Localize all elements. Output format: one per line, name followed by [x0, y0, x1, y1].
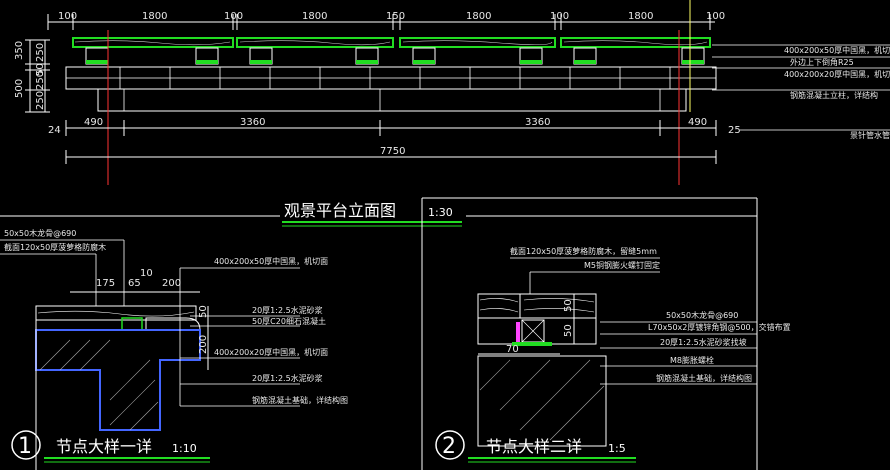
- bottom-dim-1: 24: [48, 125, 61, 136]
- detail1-note-4: 20厚1:2.5水泥砂浆: [252, 305, 323, 315]
- detail2-number: 2: [442, 434, 456, 459]
- elevation-title: 观景平台立面图: [284, 201, 396, 220]
- detail1-note-1: 50x50木龙骨@690: [4, 228, 76, 238]
- top-dim-8: 1800: [628, 11, 653, 22]
- detail2-dim-2: 50: [563, 324, 574, 337]
- detail1-dim-2: 65: [128, 278, 141, 289]
- left-dim-4: 500: [14, 79, 25, 98]
- bottom-dim-6: 25: [728, 125, 741, 136]
- center-lines: [107, 30, 680, 185]
- detail1-scale: 1:10: [172, 442, 197, 455]
- top-dim-9: 100: [706, 11, 725, 22]
- detail-1: 50x50木龙骨@690 截面120x50厚菠萝格防腐木 175 65 10 2…: [0, 228, 348, 470]
- detail1-note-8: 钢筋混凝土基础，详结构图: [252, 395, 348, 405]
- elevation-note-3: 400x200x20厚中国黑，机切面: [784, 69, 890, 79]
- detail2-dim-3: 70: [506, 344, 519, 355]
- left-dim-1: 350: [14, 41, 25, 60]
- left-dim-5: 250: [35, 71, 46, 90]
- detail1-number: 1: [18, 434, 32, 459]
- detail1-dim-1: 175: [96, 278, 115, 289]
- left-dim-6: 250: [35, 91, 46, 110]
- detail1-note-2: 截面120x50厚菠萝格防腐木: [4, 242, 106, 252]
- detail1-note-6: 400x200x20厚中国黑，机切面: [214, 347, 328, 357]
- bottom-dim-3: 3360: [240, 117, 265, 128]
- detail1-title: 节点大样一详: [56, 437, 152, 456]
- elevation-note-1: 400x200x50厚中国黑，机切面: [784, 45, 890, 55]
- bottom-dim-2: 490: [84, 117, 103, 128]
- cad-drawing: 100 1800 100 1800 150 1800 100 1800 100 …: [0, 0, 890, 470]
- top-dim-4: 1800: [302, 11, 327, 22]
- plinth: [97, 88, 687, 112]
- elevation-scale: 1:30: [428, 206, 453, 219]
- detail2-scale: 1:5: [608, 442, 626, 455]
- detail1-note-5: 50厚C20细石混凝土: [252, 316, 326, 326]
- top-dim-6: 1800: [466, 11, 491, 22]
- detail1-note-7: 20厚1:2.5水泥砂浆: [252, 373, 323, 383]
- top-dim-7: 100: [550, 11, 569, 22]
- top-dim-5: 150: [386, 11, 405, 22]
- detail1-dim-6: 200: [198, 335, 209, 354]
- bottom-dim-4: 3360: [525, 117, 550, 128]
- detail-2: 截面120x50厚菠萝格防腐木，留缝5mm M5铜钢膨火螺钉固定 50 50 7…: [435, 246, 791, 463]
- elevation-view: 100 1800 100 1800 150 1800 100 1800 100 …: [14, 0, 890, 227]
- top-dim-3: 100: [224, 11, 243, 22]
- detail2-note-5: 20厚1:2.5水泥砂浆找坡: [660, 337, 747, 347]
- detail2-dim-1: 50: [563, 299, 574, 312]
- cad-drawing-canvas: 100 1800 100 1800 150 1800 100 1800 100 …: [0, 0, 890, 470]
- detail1-note-3: 400x200x50厚中国黑，机切面: [214, 256, 328, 266]
- detail2-note-7: 钢筋混凝土基础，详结构图: [656, 373, 752, 383]
- detail2-note-2: M5铜钢膨火螺钉固定: [584, 260, 660, 270]
- top-dim-2: 1800: [142, 11, 167, 22]
- detail2-note-6: M8膨胀螺栓: [670, 355, 714, 365]
- detail2-note-4: L70x50x2厚镀锌角钢@500，交错布置: [648, 322, 791, 332]
- detail2-note-3: 50x50木龙骨@690: [666, 310, 738, 320]
- detail2-title: 节点大样二详: [486, 437, 582, 456]
- top-dim-1: 100: [58, 11, 77, 22]
- detail1-dim-4: 200: [162, 278, 181, 289]
- elevation-note-5: 景针管水管: [850, 130, 890, 140]
- elevation-note-4: 钢筋混凝土立柱，详结构: [790, 90, 878, 100]
- left-dim-2: 250: [35, 43, 46, 62]
- total-dim: 7750: [380, 146, 405, 157]
- bottom-dim-5: 490: [688, 117, 707, 128]
- joists: [85, 47, 705, 65]
- elevation-note-2: 外边上下倒角R25: [790, 57, 854, 67]
- detail1-dim-3: 10: [140, 268, 153, 279]
- detail2-note-1: 截面120x50厚菠萝格防腐木，留缝5mm: [510, 246, 657, 256]
